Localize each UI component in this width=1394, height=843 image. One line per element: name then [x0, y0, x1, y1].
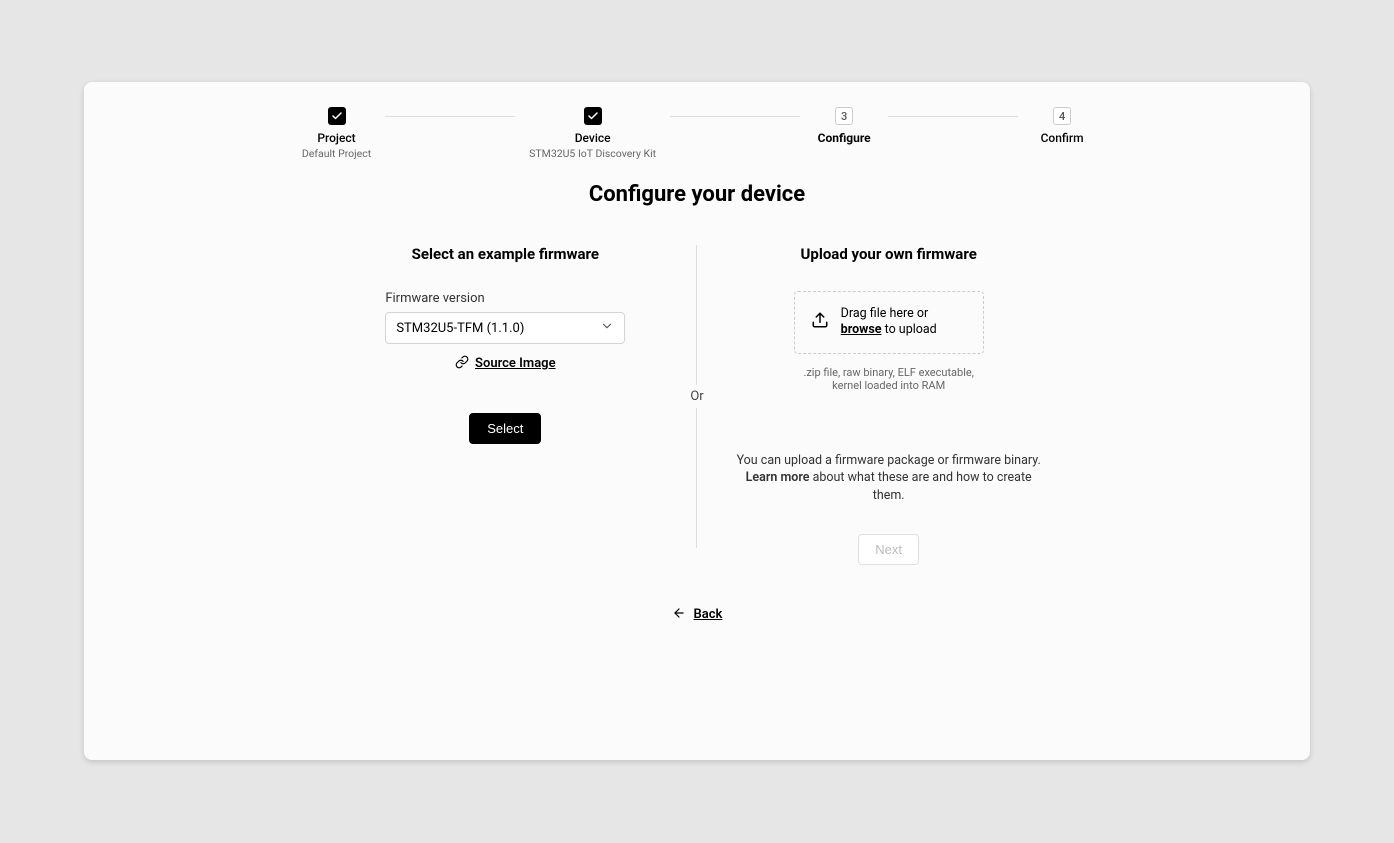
- step-configure: 3 Configure: [814, 107, 874, 145]
- upload-description: You can upload a firmware package or fir…: [734, 452, 1044, 505]
- dropzone-text: Drag file here or browse to upload: [841, 306, 967, 339]
- dropdown-value: STM32U5-TFM (1.1.0): [396, 321, 524, 336]
- desc-suffix: about what these are and how to create t…: [809, 470, 1031, 503]
- step-confirm: 4 Confirm: [1032, 107, 1092, 145]
- learn-more-link[interactable]: Learn more: [746, 470, 810, 485]
- next-button[interactable]: Next: [858, 534, 919, 565]
- step-label: Project: [317, 131, 355, 145]
- divider-line: [696, 408, 697, 548]
- wizard-card: Project Default Project Device STM32U5 I…: [84, 82, 1310, 760]
- step-number: 3: [835, 107, 853, 125]
- divider: Or: [690, 245, 703, 565]
- arrow-left-icon: [672, 605, 686, 624]
- divider-or: Or: [690, 389, 703, 404]
- divider-line: [696, 245, 697, 385]
- stepper: Project Default Project Device STM32U5 I…: [84, 107, 1310, 160]
- back-text: Back: [694, 607, 723, 622]
- desc-prefix: You can upload a firmware package or fir…: [737, 453, 1041, 468]
- upload-firmware-column: Upload your own firmware Drag file here …: [734, 245, 1044, 565]
- firmware-version-dropdown[interactable]: STM32U5-TFM (1.1.0): [385, 312, 625, 344]
- back-button[interactable]: Back: [84, 605, 1310, 624]
- source-image-text: Source Image: [475, 356, 556, 371]
- firmware-version-label: Firmware version: [385, 291, 484, 306]
- page-title: Configure your device: [84, 182, 1310, 207]
- step-connector: [888, 116, 1018, 117]
- chevron-down-icon: [600, 319, 614, 337]
- select-button[interactable]: Select: [469, 413, 541, 444]
- step-connector: [670, 116, 800, 117]
- source-image-link[interactable]: Source Image: [455, 354, 556, 373]
- example-firmware-column: Select an example firmware Firmware vers…: [350, 245, 660, 565]
- drop-prefix: Drag file here or: [841, 306, 929, 321]
- upload-icon: [811, 311, 829, 333]
- step-connector: [385, 116, 515, 117]
- upload-dropzone[interactable]: Drag file here or browse to upload: [794, 291, 984, 354]
- step-label: Device: [575, 131, 611, 145]
- step-sub: Default Project: [302, 147, 371, 160]
- step-sub: STM32U5 IoT Discovery Kit: [529, 147, 656, 160]
- column-title: Upload your own firmware: [801, 245, 977, 263]
- file-type-hint: .zip file, raw binary, ELF executable, k…: [789, 366, 989, 392]
- browse-link[interactable]: browse: [841, 322, 882, 337]
- column-title: Select an example firmware: [412, 245, 599, 263]
- step-label: Confirm: [1041, 131, 1084, 145]
- step-device: Device STM32U5 IoT Discovery Kit: [529, 107, 656, 160]
- link-icon: [455, 354, 469, 373]
- check-icon: [328, 107, 346, 125]
- check-icon: [584, 107, 602, 125]
- step-number: 4: [1053, 107, 1071, 125]
- step-label: Configure: [818, 131, 871, 145]
- drop-suffix: to upload: [882, 322, 937, 337]
- step-project: Project Default Project: [302, 107, 371, 160]
- content: Select an example firmware Firmware vers…: [84, 245, 1310, 565]
